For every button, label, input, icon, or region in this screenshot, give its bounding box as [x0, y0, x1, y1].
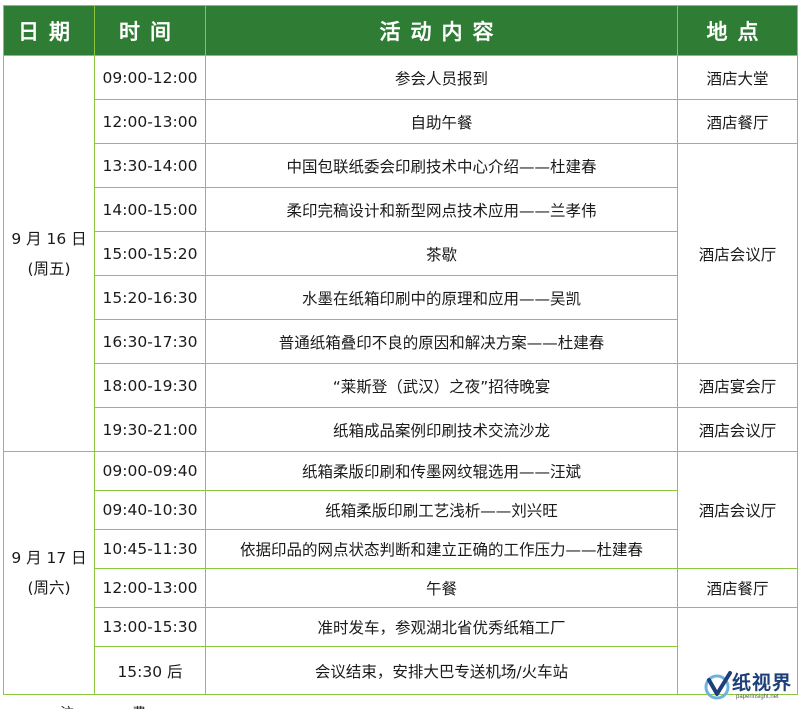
time-cell: 09:00-12:00 — [94, 55, 206, 100]
activity-cell: 柔印完稿设计和新型网点技术应用——兰孝伟 — [205, 187, 678, 232]
activity-cell: 午餐 — [205, 568, 678, 608]
activity-cell: 会议结束，安排大巴专送机场/火车站 — [205, 646, 678, 695]
activity-cell: 参会人员报到 — [205, 55, 678, 100]
header-row: 日期 时间 活动内容 地点 — [3, 5, 798, 56]
activity-cell: 准时发车，参观湖北省优秀纸箱工厂 — [205, 607, 678, 647]
venue-cell: 酒店会议厅 — [677, 407, 798, 452]
time-cell: 13:00-15:30 — [94, 607, 206, 647]
table-row: 12:00-13:00 午餐 酒店餐厅 — [4, 568, 798, 608]
table-row: 9 月 16 日 (周五) 09:00-12:00 参会人员报到 酒店大堂 — [3, 55, 798, 452]
activity-cell: 纸箱成品案例印刷技术交流沙龙 — [205, 407, 678, 452]
activity-cell: 普通纸箱叠印不良的原因和解决方案——杜建春 — [205, 319, 678, 364]
time-cell: 09:00-09:40 — [94, 451, 206, 491]
weekday-label: (周五) — [27, 259, 71, 278]
header-time: 时间 — [94, 5, 206, 56]
table-row: 13:00-15:30 准时发车，参观湖北省优秀纸箱工厂 — [4, 607, 798, 695]
watermark-logo: 纸视界 paperinsight.net — [700, 668, 796, 706]
time-cell: 13:30-14:00 — [94, 143, 206, 188]
table-row: 19:30-21:00 纸箱成品案例印刷技术交流沙龙 酒店会议厅 — [4, 407, 798, 452]
time-cell: 18:00-19:30 — [94, 363, 206, 408]
time-cell: 15:30 后 — [94, 646, 206, 695]
table-row: 18:00-19:30 “莱斯登（武汉）之夜”招待晚宴 酒店宴会厅 — [4, 363, 798, 408]
venue-cell: 酒店餐厅 — [677, 568, 798, 608]
venue-cell: 酒店会议厅 — [677, 143, 798, 364]
table-row: 12:00-13:00 自助午餐 酒店餐厅 — [4, 99, 798, 144]
table-row: 9 月 17 日 (周六) 09:00-09:40 纸箱柔版印刷和传墨网纹辊选用… — [3, 451, 798, 695]
time-cell: 15:00-15:20 — [94, 231, 206, 276]
header-venue: 地点 — [677, 5, 798, 56]
venue-cell: 酒店餐厅 — [677, 99, 798, 144]
time-cell: 19:30-21:00 — [94, 407, 206, 452]
activity-cell: 纸箱柔版印刷工艺浅析——刘兴旺 — [205, 490, 678, 530]
activity-cell: “莱斯登（武汉）之夜”招待晚宴 — [205, 363, 678, 408]
activity-cell: 自助午餐 — [205, 99, 678, 144]
watermark-brand: 纸视界 — [732, 672, 793, 694]
weekday-label: (周六) — [27, 579, 71, 597]
venue-cell: 酒店大堂 — [677, 55, 798, 100]
activity-cell: 依据印品的网点状态判断和建立正确的工作压力——杜建春 — [205, 529, 678, 569]
watermark-url: paperinsight.net — [736, 694, 779, 700]
activity-cell: 水墨在纸箱印刷中的原理和应用——吴凯 — [205, 275, 678, 320]
time-cell: 12:00-13:00 — [94, 99, 206, 144]
table-row: 13:30-14:00 中国包联纸委会印刷技术中心介绍——杜建春 酒店会议厅 — [4, 143, 798, 364]
activity-cell: 茶歇 — [205, 231, 678, 276]
time-cell: 10:45-11:30 — [94, 529, 206, 569]
date-cell-day2: 9 月 17 日 (周六) — [3, 451, 95, 695]
date-label: 9 月 17 日 — [11, 549, 87, 567]
venue-cell: 酒店宴会厅 — [677, 363, 798, 408]
paperinsight-logo-icon — [704, 671, 732, 700]
time-cell: 14:00-15:00 — [94, 187, 206, 232]
date-cell-day1: 9 月 16 日 (周五) — [3, 55, 95, 452]
date-label: 9 月 16 日 — [11, 229, 87, 248]
schedule-table: 日期 时间 活动内容 地点 9 月 16 日 (周五) 09:00-12:00 … — [3, 5, 798, 695]
time-cell: 16:30-17:30 — [94, 319, 206, 364]
activity-cell: 中国包联纸委会印刷技术中心介绍——杜建春 — [205, 143, 678, 188]
header-date: 日期 — [3, 5, 95, 56]
venue-cell: 酒店会议厅 — [677, 451, 798, 569]
cropped-caption: 注 费 — [32, 703, 162, 709]
activity-cell: 纸箱柔版印刷和传墨网纹辊选用——汪斌 — [205, 451, 678, 491]
time-cell: 12:00-13:00 — [94, 568, 206, 608]
time-cell: 15:20-16:30 — [94, 275, 206, 320]
time-cell: 09:40-10:30 — [94, 490, 206, 530]
header-activity: 活动内容 — [205, 5, 678, 56]
